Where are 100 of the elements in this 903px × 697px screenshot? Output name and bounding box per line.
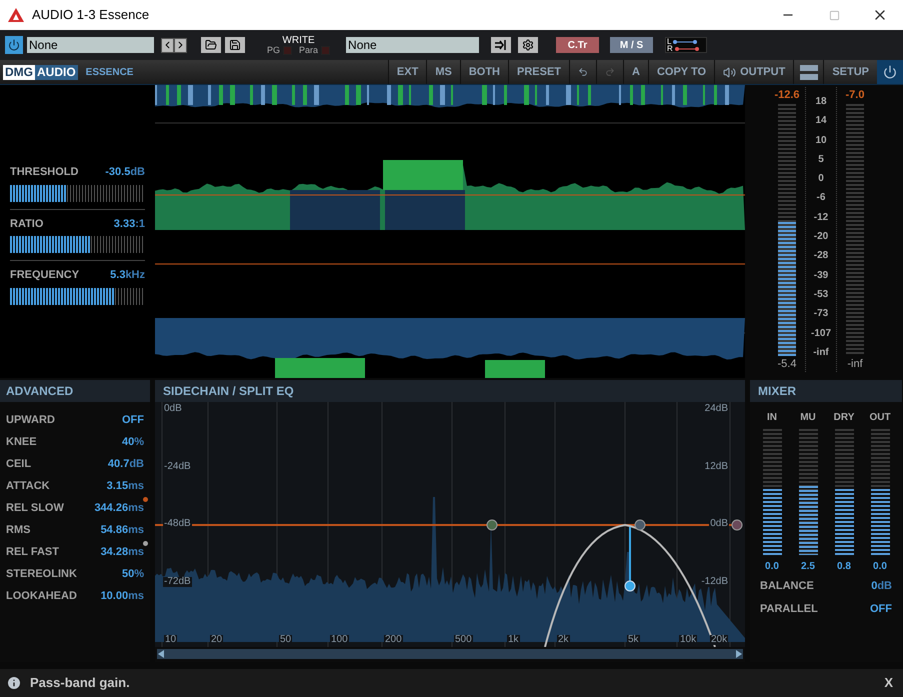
channel-transfer-button[interactable]: C.Tr <box>556 37 600 53</box>
header-button[interactable]: SETUP <box>823 60 877 84</box>
pg-label: PG <box>267 46 280 54</box>
scale-label: 14 <box>815 116 827 126</box>
power-icon <box>883 65 897 79</box>
header-button[interactable]: MS <box>426 60 460 84</box>
axis-label: 100 <box>330 635 349 645</box>
axis-label: -72dB <box>163 576 192 587</box>
parameter-label: CEIL <box>6 457 32 472</box>
parameter-label: KNEE <box>6 435 37 450</box>
next-button[interactable] <box>174 38 187 52</box>
parameter-label: UPWARD <box>6 413 55 428</box>
para-checkbox[interactable] <box>321 46 330 54</box>
parameter-value[interactable]: OFF <box>870 600 892 617</box>
slider-track[interactable] <box>10 236 143 254</box>
fader-label: OUT <box>869 411 891 425</box>
parameter-value[interactable]: 40 <box>122 434 134 450</box>
save-button[interactable] <box>225 37 245 53</box>
scale-label: -107 <box>810 328 831 339</box>
power-icon <box>8 39 20 51</box>
parameter-unit: dB <box>877 579 892 594</box>
bypass-power-button[interactable] <box>5 36 23 54</box>
parameter-value[interactable]: 54.86 <box>100 522 128 538</box>
parameter-value[interactable]: 3.15 <box>106 478 128 494</box>
axis-label: 10k <box>679 635 698 645</box>
parameter-value[interactable]: 344.26 <box>94 500 128 516</box>
close-status-button[interactable]: X <box>880 673 897 693</box>
slider-track[interactable] <box>10 288 143 305</box>
previous-button[interactable] <box>161 38 174 52</box>
eq-node-handle[interactable] <box>634 520 646 530</box>
undo-icon <box>578 65 588 79</box>
parameter-value[interactable]: 5.3 <box>110 267 126 284</box>
parameter-value[interactable]: 0 <box>871 578 878 594</box>
parameter-value[interactable]: 10.00 <box>100 588 128 604</box>
scale-label: -28 <box>814 251 828 262</box>
fader-reading: 0.8 <box>837 560 851 574</box>
settings-button[interactable] <box>518 37 538 53</box>
brand-logo-audio: AUDIO <box>35 64 78 80</box>
parameter-value[interactable]: OFF <box>122 412 144 428</box>
header-button[interactable]: PRESET <box>508 60 570 84</box>
parameter-value[interactable]: 34.28 <box>100 544 128 560</box>
parameter-unit: kHz <box>125 268 145 284</box>
undo-button[interactable] <box>569 60 596 84</box>
scroll-bar[interactable] <box>157 649 743 659</box>
peak-reading: -7.0 <box>846 88 864 103</box>
parameter-value[interactable]: -30.5 <box>105 164 130 181</box>
peak-reading: -12.6 <box>774 88 800 103</box>
route-button[interactable] <box>491 37 512 53</box>
fader-label: MU <box>800 411 816 425</box>
pg-checkbox[interactable] <box>283 46 292 54</box>
speaker-icon <box>723 66 736 78</box>
eq-node-handle[interactable] <box>732 520 742 530</box>
parameter-label: RMS <box>6 523 30 538</box>
parameter-label: REL FAST <box>6 545 59 560</box>
parameter-value[interactable]: 40.7 <box>108 456 130 472</box>
panel-title: SIDECHAIN / SPLIT EQ <box>163 383 294 400</box>
scale-label: -12 <box>814 212 828 223</box>
output-button[interactable]: OUTPUT <box>714 60 794 84</box>
header-button[interactable]: BOTH <box>460 60 508 84</box>
scale-label: 0 <box>818 174 824 184</box>
app-logo-icon <box>8 8 24 22</box>
write-label: WRITE <box>282 36 315 46</box>
axis-label: -12dB <box>700 576 729 587</box>
parameter-unit: % <box>134 567 144 582</box>
panel-title: ADVANCED <box>6 383 74 400</box>
axis-label: 24dB <box>704 404 729 414</box>
preset-field[interactable]: None <box>27 37 154 53</box>
layout-icon <box>800 64 818 80</box>
panel-title: MIXER <box>758 383 796 400</box>
parameter-label: THRESHOLD <box>10 165 78 180</box>
parameter-unit: ms <box>128 523 144 538</box>
layout-button[interactable] <box>793 60 824 84</box>
parameter-label: REL SLOW <box>6 501 64 516</box>
automation-field[interactable]: None <box>346 37 480 53</box>
eq-node-handle[interactable] <box>486 520 498 530</box>
header-button[interactable]: A <box>623 60 648 84</box>
open-button[interactable] <box>201 37 221 53</box>
parameter-label: PARALLEL <box>760 602 818 616</box>
scale-label: 18 <box>815 97 827 107</box>
axis-label: 12dB <box>704 462 729 472</box>
axis-label: 5k <box>627 635 640 645</box>
parameter-value[interactable]: 50 <box>122 566 134 582</box>
mid-side-button[interactable]: M / S <box>610 37 654 53</box>
parameter-label: LOOKAHEAD <box>6 589 77 604</box>
axis-label: 2k <box>557 635 570 645</box>
axis-label: 0dB <box>163 404 183 414</box>
header-button[interactable]: EXT <box>388 60 426 84</box>
parameter-unit: ms <box>128 589 144 604</box>
fader-label: DRY <box>834 411 854 425</box>
fader-reading: 2.5 <box>801 560 815 574</box>
header-button[interactable]: COPY TO <box>648 60 714 84</box>
meter-reading: -inf <box>847 356 863 372</box>
scale-label: -inf <box>813 348 829 358</box>
power-button[interactable] <box>877 60 903 84</box>
parameter-value[interactable]: 3.33 <box>114 216 136 232</box>
meter-reading: -5.4 <box>778 356 796 372</box>
scale-label: -20 <box>814 232 828 242</box>
parameter-unit: ms <box>128 545 144 560</box>
parameter-unit: ms <box>128 501 144 516</box>
scale-label: 5 <box>818 154 824 165</box>
